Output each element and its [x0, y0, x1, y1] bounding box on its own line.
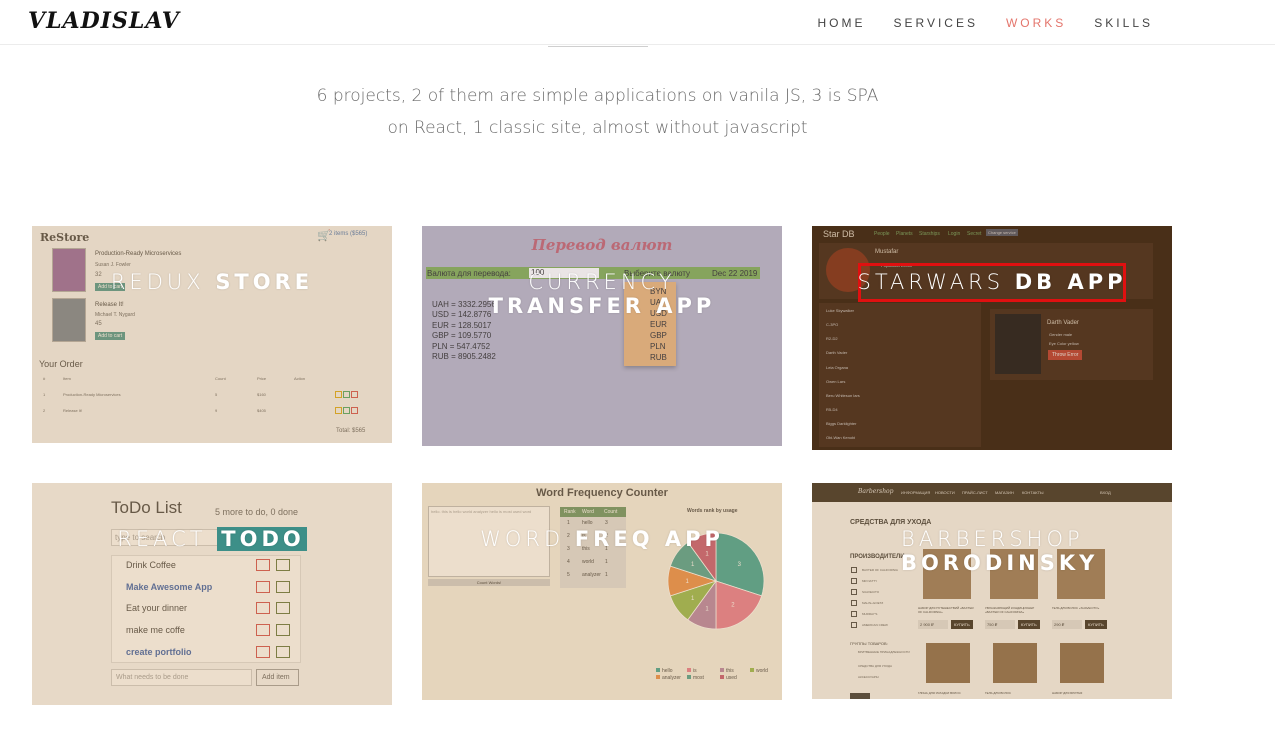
site-logo[interactable]: VLADISLAV [28, 8, 180, 34]
card-title-bold: TRANSFER APP [488, 294, 716, 318]
card-title-thin: REDUX [110, 270, 216, 294]
nav-home[interactable]: HOME [817, 16, 865, 30]
card-title-thin: CURRENCY [528, 270, 676, 294]
card-overlay [812, 226, 1172, 450]
card-title-barbershop: BARBERSHOP BORODINSKY [901, 527, 1172, 575]
card-title-starwars: STARWARS DB APP [812, 270, 1172, 294]
card-overlay [422, 226, 782, 446]
card-title-thin: STARWARS [857, 270, 1015, 294]
card-title-wordfreq: WORD FREQ APP [422, 527, 782, 551]
card-title-thin: REACT [117, 527, 218, 551]
card-overlay [422, 483, 782, 700]
card-overlay [812, 483, 1172, 699]
intro-line-1: 6 projects, 2 of them are simple applica… [316, 86, 879, 106]
project-card-todo[interactable]: ToDo List 5 more to do, 0 done type to s… [32, 483, 392, 705]
project-card-currency[interactable]: Перевод валют Валюта для перевода: 100 В… [422, 226, 782, 446]
nav-services[interactable]: SERVICES [893, 16, 977, 30]
project-card-redux-store[interactable]: ReStore 🛒 2 items ($565) Production-Read… [32, 226, 392, 443]
card-title-todo: REACT TODO [32, 527, 392, 551]
main-nav: HOME SERVICES WORKS SKILLS [817, 0, 1275, 45]
card-title-thin: BARBERSHOP [901, 527, 1084, 551]
project-card-barbershop[interactable]: Barbershop ИНФОРМАЦИЯ НОВОСТИ ПРАЙС-ЛИСТ… [812, 483, 1172, 699]
site-header: VLADISLAV HOME SERVICES WORKS SKILLS [0, 0, 1275, 45]
card-title-bold: TODO [217, 527, 307, 551]
project-card-starwars[interactable]: Star DB People Planets Starships Login S… [812, 226, 1172, 450]
intro-line-2: on React, 1 classic site, almost without… [387, 118, 808, 138]
card-title-redux-store: REDUX STORE [32, 270, 392, 294]
nav-skills[interactable]: SKILLS [1094, 16, 1153, 30]
works-intro: 6 projects, 2 of them are simple applica… [0, 80, 1195, 144]
card-title-bold: BORODINSKY [901, 551, 1099, 575]
card-title-currency: CURRENCY TRANSFER APP [422, 270, 782, 318]
card-overlay [32, 483, 392, 705]
nav-works[interactable]: WORKS [1006, 16, 1066, 30]
project-card-wordfreq[interactable]: Word Frequency Counter hello. this is he… [422, 483, 782, 700]
section-divider [548, 46, 648, 47]
card-title-bold: FREQ APP [574, 527, 724, 551]
card-overlay [32, 226, 392, 443]
card-title-thin: WORD [480, 527, 575, 551]
card-title-bold: DB APP [1014, 270, 1127, 294]
card-title-bold: STORE [215, 270, 314, 294]
